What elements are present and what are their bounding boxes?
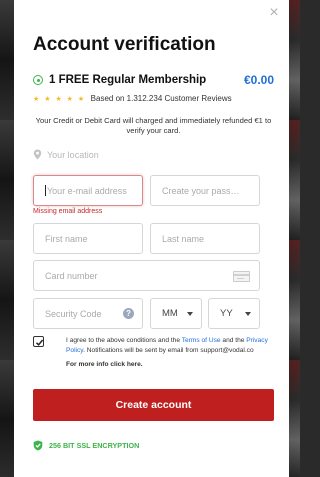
help-icon[interactable]: ? — [123, 308, 134, 319]
modal-title: Account verification — [33, 34, 216, 55]
password-field[interactable]: Create your pass… — [150, 175, 260, 206]
first-name-field[interactable]: First name — [33, 223, 143, 254]
card-number-placeholder: Card number — [45, 270, 98, 281]
background-right-strip — [288, 0, 300, 477]
terms-prefix: I agree to the above conditions and the — [66, 337, 182, 344]
star-rating-icon: ★ ★ ★ ★ ★ — [33, 95, 86, 103]
shield-check-icon — [33, 440, 43, 451]
customer-rating: ★ ★ ★ ★ ★ Based on 1.312.234 Customer Re… — [33, 94, 232, 103]
card-number-field[interactable]: Card number — [33, 260, 260, 291]
card-verification-notice: Your Credit or Debit Card will charged a… — [35, 116, 272, 135]
email-placeholder: Your e-mail address — [47, 185, 127, 196]
security-code-field[interactable]: Security Code ? — [33, 298, 143, 329]
expiry-month-value: MM — [162, 308, 178, 319]
background-left-strip — [0, 0, 14, 477]
chevron-down-icon — [187, 312, 193, 316]
ssl-badge: 256 BIT SSL ENCRYPTION — [33, 440, 139, 451]
terms-of-use-link[interactable]: Terms of Use — [182, 337, 221, 344]
plan-price: €0.00 — [243, 73, 274, 87]
checkmark-icon — [35, 339, 44, 346]
location-pin-icon — [33, 149, 42, 160]
text-cursor — [45, 185, 46, 196]
location-field[interactable]: Your location — [33, 149, 99, 160]
ssl-label: 256 BIT SSL ENCRYPTION — [49, 441, 140, 450]
password-placeholder: Create your pass… — [162, 185, 240, 196]
terms-and: and the — [220, 337, 247, 344]
plan-name: 1 FREE Regular Membership — [49, 74, 207, 86]
first-name-placeholder: First name — [45, 233, 88, 244]
last-name-placeholder: Last name — [162, 233, 205, 244]
email-field[interactable]: Your e-mail address — [33, 175, 143, 206]
radio-selected-icon — [33, 75, 43, 85]
security-code-placeholder: Security Code — [45, 308, 102, 319]
email-error-message: Missing email address — [33, 208, 103, 215]
rating-text: Based on 1.312.234 Customer Reviews — [90, 94, 232, 103]
close-icon[interactable]: × — [267, 5, 281, 21]
expiry-year-select[interactable]: YY — [208, 298, 260, 329]
create-account-button[interactable]: Create account — [33, 389, 274, 421]
account-verification-modal: × Account verification 1 FREE Regular Me… — [14, 0, 289, 477]
terms-agreement-text: I agree to the above conditions and the … — [66, 336, 278, 355]
chevron-down-icon — [245, 312, 251, 316]
membership-plan: 1 FREE Regular Membership €0.00 — [33, 72, 274, 88]
terms-suffix: . Notifications will be sent by email fr… — [83, 346, 254, 354]
location-placeholder: Your location — [47, 149, 99, 160]
more-info-link[interactable]: For more info click here. — [66, 361, 143, 368]
expiry-month-select[interactable]: MM — [150, 298, 202, 329]
terms-checkbox[interactable] — [33, 336, 44, 347]
last-name-field[interactable]: Last name — [150, 223, 260, 254]
credit-card-icon — [233, 271, 250, 282]
expiry-year-value: YY — [220, 308, 233, 319]
